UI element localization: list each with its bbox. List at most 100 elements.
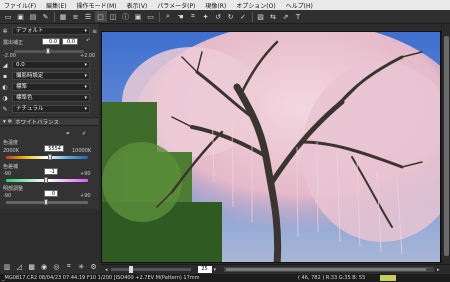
color-tone-row: ◑ 標準色 bbox=[0, 93, 99, 103]
zoom-input[interactable]: 25 bbox=[197, 266, 212, 273]
toolbar-divider bbox=[54, 11, 55, 22]
fit-icon[interactable]: ▣ bbox=[132, 11, 144, 22]
menu-parameter[interactable]: パラメータ(P) bbox=[157, 1, 195, 10]
status-file-info: _MG0817.CR2 08/04/23 07:44:19 F10 1/200 … bbox=[2, 275, 200, 281]
camera-icon: ▪ bbox=[2, 72, 8, 80]
grid-icon[interactable]: ▦ bbox=[57, 11, 69, 22]
picture-style-select[interactable]: デフォルト bbox=[12, 27, 90, 35]
hand-icon[interactable]: ☚ bbox=[175, 11, 187, 22]
dust-icon[interactable]: ✳ bbox=[76, 261, 86, 272]
lens-icon[interactable]: ◉ bbox=[39, 261, 49, 272]
transfer-icon[interactable]: ⇆ bbox=[267, 11, 279, 22]
scroll-right-icon[interactable]: ▸ bbox=[437, 267, 440, 273]
menu-options[interactable]: オプション(O) bbox=[236, 1, 275, 10]
shot-settings-row: ▪ 撮影時設定 bbox=[0, 71, 99, 81]
color-temp-max: 10000K bbox=[72, 148, 92, 154]
toolbar: ▭ ▣ ▤ ✎ ▦ ≡ ☰ ▢ ◫ ⓘ ▣ ▭ ⌕ ☚ ⌗ ✦ ↺ ↻ ✓ ▧ … bbox=[0, 10, 450, 24]
menu-develop[interactable]: 現像(R) bbox=[205, 1, 226, 10]
shot-settings-select[interactable]: 撮影時設定 bbox=[12, 72, 90, 80]
color-tone-select[interactable]: 標準色 bbox=[12, 94, 90, 102]
horizontal-scroll-thumb[interactable] bbox=[226, 268, 427, 271]
menu-bar: ファイル(F) 編集(E) 操作モード(M) 表示(V) パラメータ(P) 現像… bbox=[0, 0, 450, 10]
exposure-input[interactable]: 0 bbox=[44, 190, 58, 197]
tint-input[interactable]: -1 bbox=[44, 168, 58, 175]
zoom-dropdown-icon[interactable]: ▾ bbox=[214, 267, 217, 273]
sharpness-icon: ◢ bbox=[2, 61, 8, 69]
list-icon[interactable]: ≡ bbox=[70, 11, 82, 22]
brightness-min: -2.00 bbox=[3, 53, 16, 59]
cherry-blossom-photo bbox=[102, 32, 440, 262]
color-temp-label: 色温度 bbox=[3, 140, 19, 146]
vertical-scroll-thumb[interactable] bbox=[444, 36, 449, 256]
zoom-slider-knob[interactable] bbox=[128, 266, 133, 273]
brightness-label: 露出補正 bbox=[3, 39, 24, 46]
edit-icon[interactable]: ✎ bbox=[40, 11, 52, 22]
tint-max: +90 bbox=[80, 171, 91, 177]
crop-tool-icon[interactable]: ⌗ bbox=[64, 261, 74, 272]
color-space-select[interactable]: 標準 bbox=[12, 83, 90, 91]
undo-icon[interactable]: ↶ bbox=[86, 38, 90, 44]
rotate-left-icon[interactable]: ↺ bbox=[212, 11, 224, 22]
menu-view[interactable]: 表示(V) bbox=[126, 1, 147, 10]
tint-slider-knob[interactable] bbox=[44, 177, 48, 183]
color-temp-input[interactable]: 5554 bbox=[44, 145, 64, 152]
list2-icon[interactable]: ☰ bbox=[82, 11, 94, 22]
vertical-scrollbar[interactable] bbox=[441, 24, 450, 264]
scroll-left-icon[interactable]: ◂ bbox=[105, 267, 108, 273]
tint-min: -90 bbox=[3, 171, 12, 177]
color-temp-slider-knob[interactable] bbox=[48, 154, 52, 160]
rotate-right-icon[interactable]: ↻ bbox=[225, 11, 237, 22]
style-icon: ✲ bbox=[2, 27, 8, 35]
menu-file[interactable]: ファイル(F) bbox=[4, 1, 36, 10]
stamp-icon[interactable]: ✦ bbox=[200, 11, 212, 22]
nr-icon[interactable]: ◎ bbox=[52, 261, 62, 272]
save-icon[interactable]: ▣ bbox=[15, 11, 27, 22]
image-preview[interactable] bbox=[101, 31, 441, 263]
collapse-icon: ▾ ✲ bbox=[3, 118, 13, 125]
exposure-slider-knob[interactable] bbox=[44, 199, 48, 205]
status-badge bbox=[380, 275, 396, 281]
histogram-icon[interactable]: ▥ bbox=[2, 261, 12, 272]
status-coordinates: ( 46, 782 ) R:33 G:35 B: 55 bbox=[298, 275, 366, 281]
brightness-input[interactable]: 0.0 bbox=[42, 38, 60, 45]
batch-icon[interactable]: ▧ bbox=[255, 11, 267, 22]
tone-curve-icon[interactable]: ◿ bbox=[14, 261, 24, 272]
menu-mode[interactable]: 操作モード(M) bbox=[77, 1, 117, 10]
tool-palette: ✲ デフォルト ≡ 露出補正 0.0 0.0 ↶ -2.00 +2.00 ◢ 0… bbox=[0, 24, 99, 259]
wb-section-title: ホワイトバランス bbox=[15, 119, 60, 126]
menu-edit[interactable]: 編集(E) bbox=[46, 1, 66, 10]
horizontal-scrollbar[interactable] bbox=[224, 267, 435, 272]
eyedropper-icon[interactable]: ✒ bbox=[66, 131, 70, 137]
exposure-max: +90 bbox=[80, 193, 91, 199]
brightness-input-2[interactable]: 0.0 bbox=[62, 38, 78, 45]
eyedropper2-icon[interactable]: ✐ bbox=[82, 131, 86, 137]
palette-icon: ◑ bbox=[2, 94, 8, 102]
natural-select[interactable]: ナチュラル bbox=[12, 105, 90, 113]
share-icon[interactable]: ⇗ bbox=[280, 11, 292, 22]
color-temp-slider-track[interactable] bbox=[6, 156, 88, 159]
info-icon[interactable]: ⓘ bbox=[120, 11, 132, 22]
zoom-bar: ◂ 25 ▾ ▸ bbox=[101, 264, 450, 274]
exposure-min: -90 bbox=[3, 193, 12, 199]
text-icon[interactable]: T bbox=[292, 11, 304, 22]
color-space-row: ◐ 標準 bbox=[0, 82, 99, 92]
zoom-slider-track[interactable] bbox=[110, 266, 191, 273]
compare-icon[interactable]: ◫ bbox=[107, 11, 119, 22]
zoom-icon[interactable]: ⌕ bbox=[162, 11, 174, 22]
settings-icon[interactable]: ⚙ bbox=[89, 261, 99, 272]
menu-help[interactable]: ヘルプ(H) bbox=[286, 1, 313, 10]
wb-section-header[interactable]: ▾ ✲ ホワイトバランス bbox=[0, 117, 99, 126]
crop-icon[interactable]: ⌗ bbox=[187, 11, 199, 22]
brightness-slider-knob[interactable] bbox=[46, 48, 50, 54]
menu-icon[interactable]: ≡ bbox=[92, 28, 97, 35]
brush-icon: ✎ bbox=[2, 105, 8, 113]
single-view-icon[interactable]: ▢ bbox=[94, 11, 107, 22]
rgb-icon[interactable]: ▩ bbox=[27, 261, 37, 272]
print-icon[interactable]: ▤ bbox=[27, 11, 39, 22]
fullscreen-icon[interactable]: ▭ bbox=[145, 11, 157, 22]
folder-icon[interactable]: ▭ bbox=[2, 11, 14, 22]
toolbar-divider bbox=[159, 11, 160, 22]
picture-style-row: ✲ デフォルト ≡ bbox=[0, 26, 99, 36]
check-icon[interactable]: ✓ bbox=[237, 11, 249, 22]
sharpness-select[interactable]: 0.0 bbox=[12, 61, 90, 69]
